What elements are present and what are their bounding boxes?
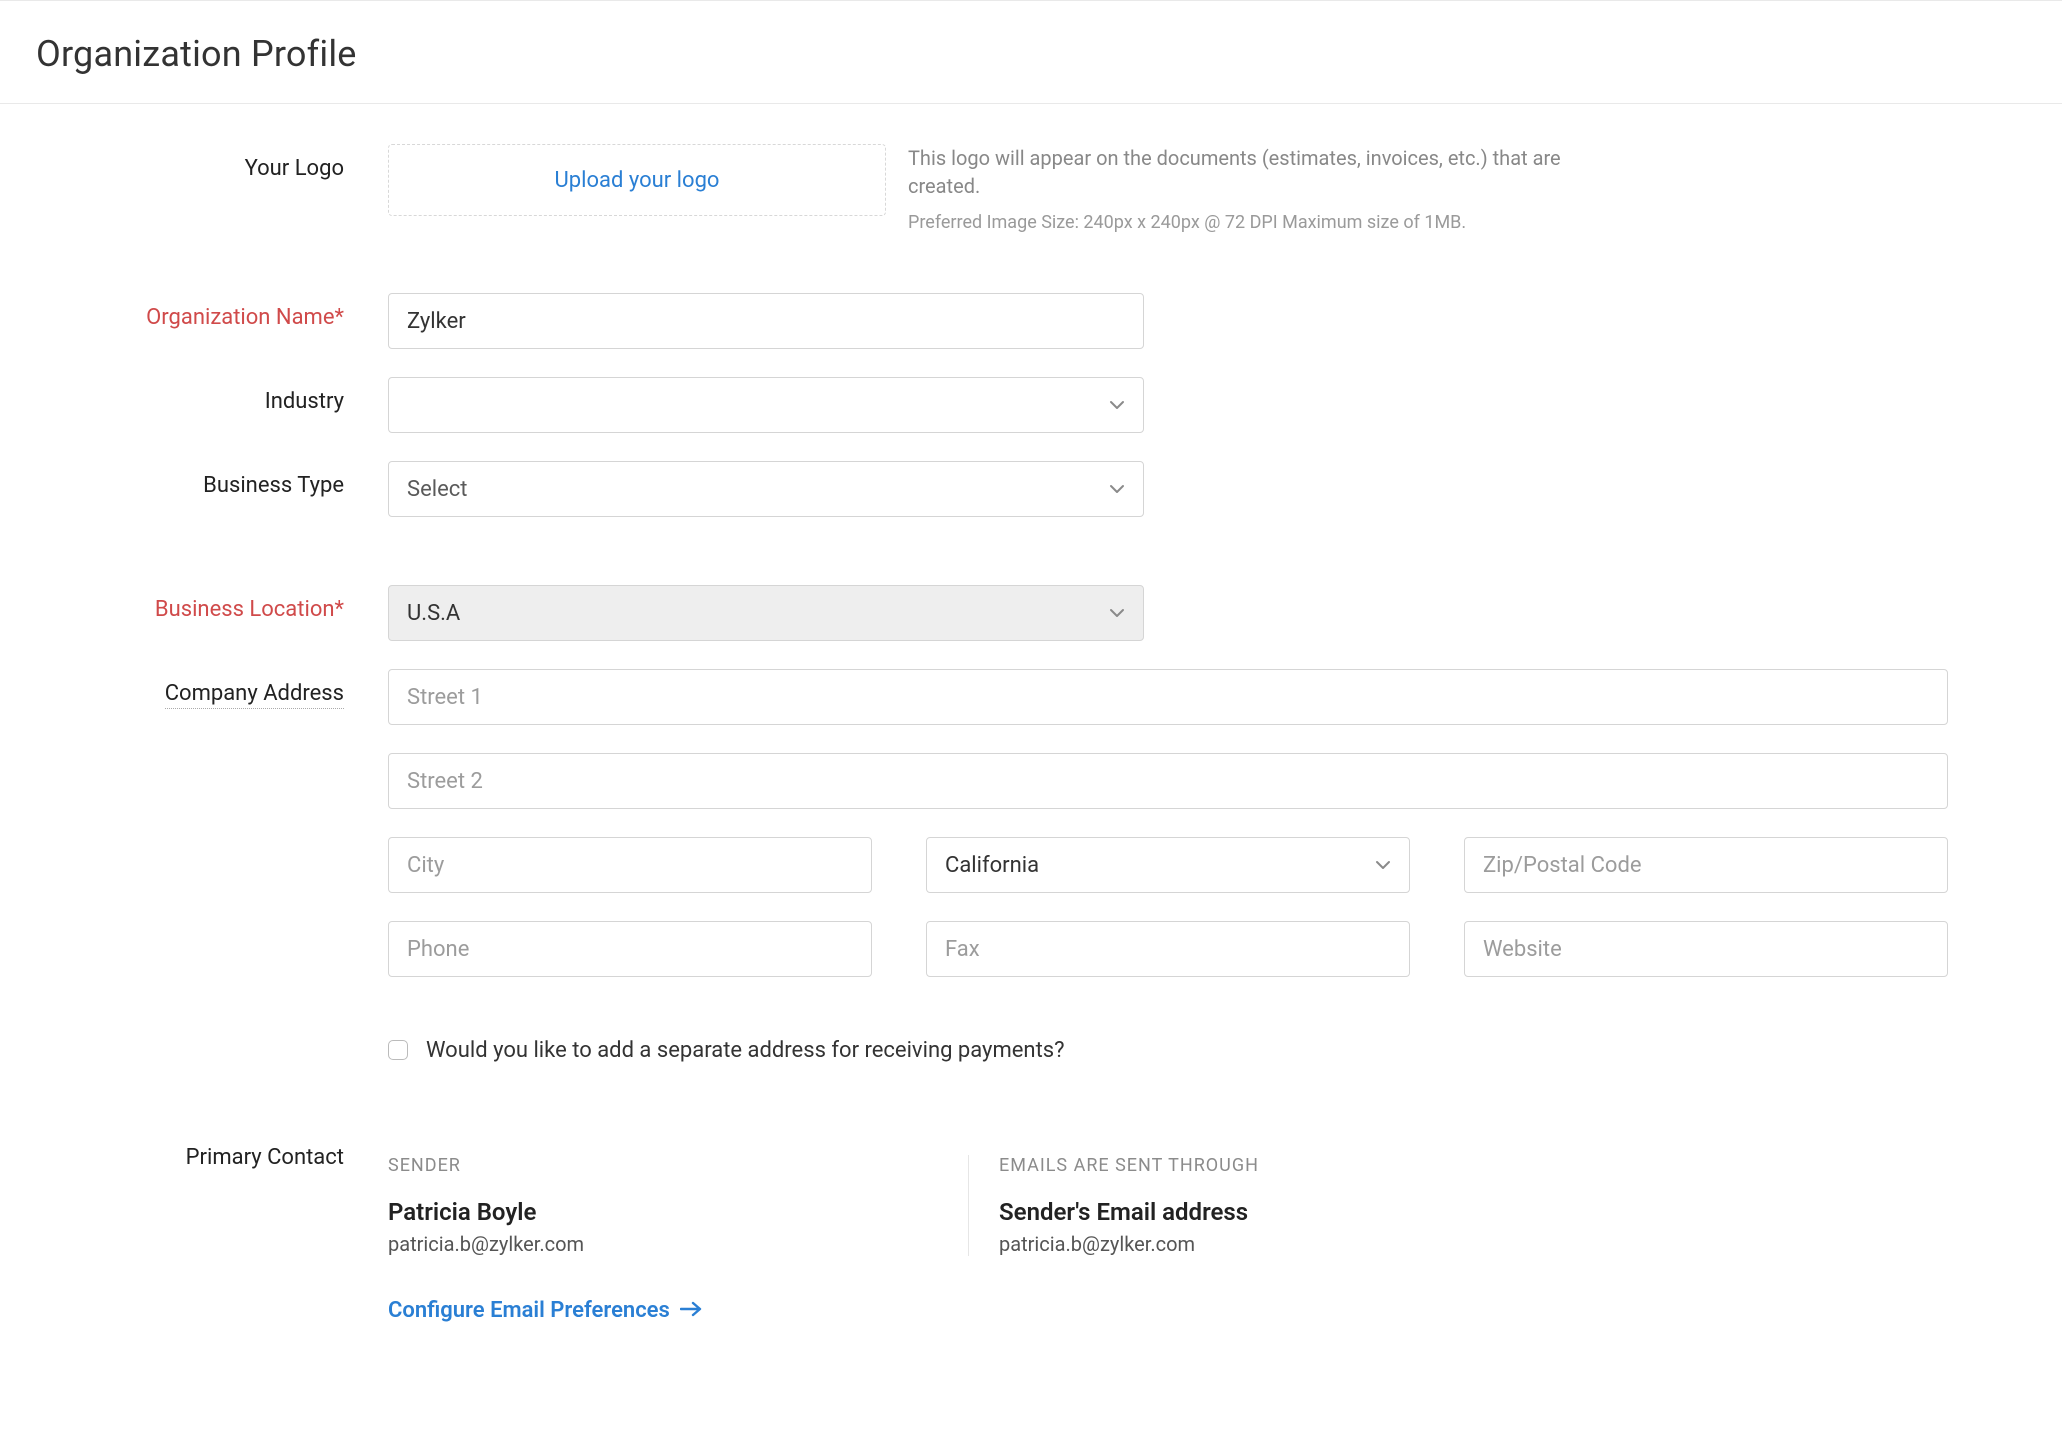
state-select[interactable]: California (926, 837, 1410, 893)
logo-label: Your Logo (36, 144, 388, 181)
chevron-down-icon (1109, 605, 1125, 621)
sender-email: patricia.b@zylker.com (388, 1232, 908, 1256)
phone-input[interactable] (388, 921, 872, 977)
website-input[interactable] (1464, 921, 1948, 977)
separate-address-checkbox[interactable] (388, 1040, 408, 1060)
street2-input[interactable] (388, 753, 1948, 809)
chevron-down-icon (1109, 397, 1125, 413)
business-type-value: Select (407, 477, 467, 502)
business-type-label: Business Type (36, 461, 388, 498)
upload-logo-link[interactable]: Upload your logo (555, 168, 720, 193)
sender-heading: SENDER (388, 1155, 908, 1176)
logo-hint: This logo will appear on the documents (… (908, 144, 1628, 235)
page-title: Organization Profile (36, 33, 2026, 75)
fax-input[interactable] (926, 921, 1410, 977)
page-header: Organization Profile (0, 1, 2062, 104)
sent-through-email: patricia.b@zylker.com (999, 1232, 1259, 1256)
org-name-label: Organization Name* (36, 293, 388, 330)
chevron-down-icon (1375, 857, 1391, 873)
arrow-right-icon (680, 1298, 702, 1323)
business-location-value: U.S.A (407, 601, 460, 626)
primary-contact-label: Primary Contact (36, 1145, 388, 1170)
sender-name: Patricia Boyle (388, 1198, 908, 1226)
logo-hint-line2: Preferred Image Size: 240px x 240px @ 72… (908, 210, 1628, 235)
sent-through-heading: EMAILS ARE SENT THROUGH (999, 1155, 1259, 1176)
configure-email-text: Configure Email Preferences (388, 1298, 670, 1323)
chevron-down-icon (1109, 481, 1125, 497)
logo-hint-line1: This logo will appear on the documents (… (908, 144, 1628, 200)
sent-through-name: Sender's Email address (999, 1198, 1259, 1226)
configure-email-link[interactable]: Configure Email Preferences (388, 1298, 702, 1323)
separate-address-label: Would you like to add a separate address… (426, 1035, 1065, 1067)
company-address-label: Company Address (36, 669, 388, 706)
industry-select[interactable] (388, 377, 1144, 433)
state-value: California (945, 853, 1039, 878)
zip-input[interactable] (1464, 837, 1948, 893)
upload-logo-box[interactable]: Upload your logo (388, 144, 886, 216)
city-input[interactable] (388, 837, 872, 893)
business-location-label: Business Location* (36, 585, 388, 622)
business-type-select[interactable]: Select (388, 461, 1144, 517)
street1-input[interactable] (388, 669, 1948, 725)
industry-label: Industry (36, 377, 388, 414)
org-name-input[interactable] (388, 293, 1144, 349)
business-location-select[interactable]: U.S.A (388, 585, 1144, 641)
